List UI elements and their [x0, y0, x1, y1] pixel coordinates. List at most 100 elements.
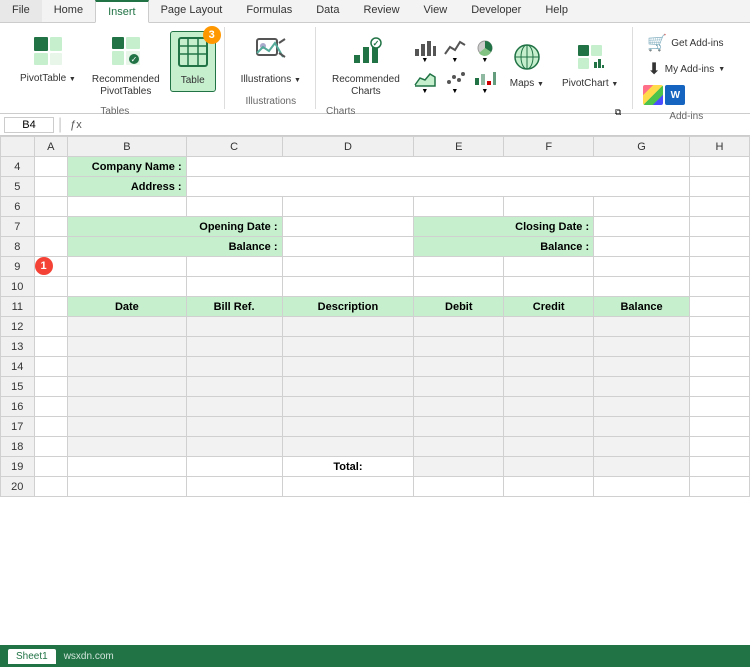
cell-b4[interactable]: Company Name : [68, 157, 186, 177]
cell-g6[interactable] [594, 197, 690, 217]
cell-d10[interactable] [282, 277, 414, 297]
tab-data[interactable]: Data [304, 0, 351, 22]
cell-a15[interactable] [34, 377, 68, 397]
my-addins-button[interactable]: ⬇ My Add-ins ▼ [643, 57, 729, 81]
cell-a6[interactable] [34, 197, 68, 217]
cell-d14[interactable] [282, 357, 414, 377]
cell-g19[interactable] [594, 457, 690, 477]
table-button[interactable]: 3 Table [170, 31, 216, 92]
cell-f17[interactable] [504, 417, 594, 437]
col-header-d[interactable]: D [282, 137, 414, 157]
get-addins-button[interactable]: 🛒 Get Add-ins [643, 31, 727, 55]
cell-f19[interactable] [504, 457, 594, 477]
cell-b18[interactable] [68, 437, 186, 457]
cell-g11[interactable]: Balance [594, 297, 690, 317]
cell-h10[interactable] [690, 277, 750, 297]
tab-review[interactable]: Review [351, 0, 411, 22]
cell-c11[interactable]: Bill Ref. [186, 297, 282, 317]
cell-d8[interactable] [282, 237, 414, 257]
cell-f20[interactable] [504, 477, 594, 497]
cell-f18[interactable] [504, 437, 594, 457]
illustrations-button[interactable]: Illustrations ▼ [235, 31, 307, 90]
waterfall-chart-button[interactable]: ▼ [472, 68, 498, 97]
cell-g8[interactable] [594, 237, 690, 257]
cell-f12[interactable] [504, 317, 594, 337]
cell-d7[interactable] [282, 217, 414, 237]
line-chart-button[interactable]: ▼ [442, 37, 468, 66]
cell-a13[interactable] [34, 337, 68, 357]
cell-a18[interactable] [34, 437, 68, 457]
tab-page-layout[interactable]: Page Layout [149, 0, 235, 22]
cell-h8[interactable] [690, 237, 750, 257]
maps-button[interactable]: Maps ▼ [504, 39, 550, 94]
tab-insert[interactable]: Insert [95, 0, 149, 23]
cell-b5[interactable]: Address : [68, 177, 186, 197]
cell-g9[interactable] [594, 257, 690, 277]
cell-e18[interactable] [414, 437, 504, 457]
cell-e17[interactable] [414, 417, 504, 437]
cell-h11[interactable] [690, 297, 750, 317]
cell-h14[interactable] [690, 357, 750, 377]
cell-g18[interactable] [594, 437, 690, 457]
cell-e10[interactable] [414, 277, 504, 297]
cell-g17[interactable] [594, 417, 690, 437]
cell-f15[interactable] [504, 377, 594, 397]
cell-d18[interactable] [282, 437, 414, 457]
cell-e11[interactable]: Debit [414, 297, 504, 317]
pivot-chart-button[interactable]: PivotChart ▼ [556, 39, 624, 94]
cell-a19[interactable] [34, 457, 68, 477]
cell-a10[interactable] [34, 277, 68, 297]
cell-c14[interactable] [186, 357, 282, 377]
cell-f9[interactable] [504, 257, 594, 277]
cell-g10[interactable] [594, 277, 690, 297]
tab-formulas[interactable]: Formulas [234, 0, 304, 22]
cell-b17[interactable] [68, 417, 186, 437]
cell-h20[interactable] [690, 477, 750, 497]
cell-a9[interactable]: 1 [34, 257, 68, 277]
fx-label[interactable]: ƒx [66, 119, 86, 131]
cell-c5[interactable] [186, 177, 689, 197]
cell-b13[interactable] [68, 337, 186, 357]
cell-h18[interactable] [690, 437, 750, 457]
cell-b7[interactable]: Opening Date : [68, 217, 282, 237]
sheet-tab[interactable]: Sheet1 [8, 649, 56, 664]
cell-e15[interactable] [414, 377, 504, 397]
cell-h5[interactable] [690, 177, 750, 197]
cell-b15[interactable] [68, 377, 186, 397]
cell-c9[interactable] [186, 257, 282, 277]
cell-e20[interactable] [414, 477, 504, 497]
cell-a12[interactable] [34, 317, 68, 337]
cell-g7[interactable] [594, 217, 690, 237]
cell-e6[interactable] [414, 197, 504, 217]
cell-e9[interactable] [414, 257, 504, 277]
cell-d11[interactable]: Description [282, 297, 414, 317]
cell-a8[interactable] [34, 237, 68, 257]
cell-f11[interactable]: Credit [504, 297, 594, 317]
cell-d19[interactable]: Total: [282, 457, 414, 477]
cell-b19[interactable] [68, 457, 186, 477]
recommended-pivot-button[interactable]: ✓ RecommendedPivotTables [86, 31, 166, 102]
cell-g20[interactable] [594, 477, 690, 497]
cell-a5[interactable] [34, 177, 68, 197]
cell-h13[interactable] [690, 337, 750, 357]
cell-h12[interactable] [690, 317, 750, 337]
cell-h4[interactable] [690, 157, 750, 177]
cell-f16[interactable] [504, 397, 594, 417]
cell-h7[interactable] [690, 217, 750, 237]
col-header-a[interactable]: A [34, 137, 68, 157]
cell-f10[interactable] [504, 277, 594, 297]
cell-e8[interactable]: Balance : [414, 237, 594, 257]
cell-g14[interactable] [594, 357, 690, 377]
cell-f14[interactable] [504, 357, 594, 377]
tab-home[interactable]: Home [42, 0, 95, 22]
cell-a4[interactable] [34, 157, 68, 177]
area-chart-button[interactable]: ▼ [412, 68, 438, 97]
cell-a17[interactable] [34, 417, 68, 437]
cell-g16[interactable] [594, 397, 690, 417]
cell-e12[interactable] [414, 317, 504, 337]
pivot-table-button[interactable]: PivotTable ▼ [14, 31, 82, 89]
cell-e14[interactable] [414, 357, 504, 377]
cell-c17[interactable] [186, 417, 282, 437]
cell-d15[interactable] [282, 377, 414, 397]
cell-e16[interactable] [414, 397, 504, 417]
